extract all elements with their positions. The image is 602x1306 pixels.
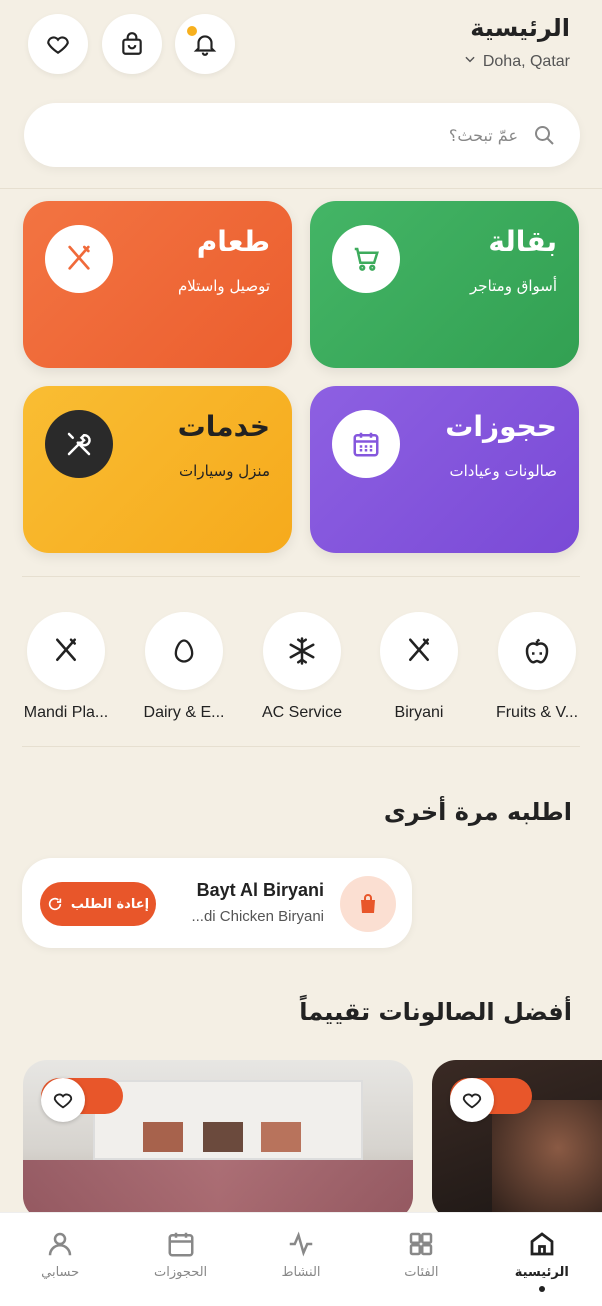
section-title-order-again: اطلبه مرة أخرى	[383, 798, 572, 826]
nav-item-account[interactable]: حسابي	[0, 1213, 120, 1306]
card-title: طعام	[196, 225, 270, 258]
card-subtitle: صالونات وعيادات	[449, 462, 557, 480]
section-title-top-salons: أفضل الصالونات تقييماً	[299, 998, 572, 1026]
nav-label: حسابي	[41, 1265, 80, 1280]
heart-icon	[47, 36, 69, 54]
home-icon	[530, 1232, 554, 1256]
nav-label: الفئات	[404, 1265, 439, 1280]
reorder-button[interactable]: إعادة الطلب	[40, 882, 156, 926]
active-indicator	[538, 1286, 545, 1292]
reorder-card[interactable]: إعادة الطلب Bayt Al Biryani ...di Chicke…	[22, 858, 412, 948]
quick-category-label: AC Service	[261, 704, 343, 721]
card-subtitle: منزل وسيارات	[179, 462, 270, 480]
shopping-bag-icon	[340, 876, 396, 932]
search-bar[interactable]: عمّ تبحث؟	[24, 103, 580, 167]
card-subtitle: توصيل واستلام	[177, 277, 270, 295]
snowflake-icon	[263, 612, 341, 690]
favorite-button[interactable]	[450, 1078, 494, 1122]
refresh-icon	[48, 897, 62, 911]
nav-item-home[interactable]: الرئيسية	[482, 1213, 602, 1306]
chevron-down-icon	[463, 52, 477, 71]
activity-icon	[289, 1231, 313, 1257]
bell-icon	[193, 35, 217, 56]
card-title: خدمات	[177, 410, 270, 443]
nav-item-bookings[interactable]: الحجوزات	[120, 1213, 240, 1306]
divider	[22, 576, 580, 577]
quick-category-fruits[interactable]: Fruits & V...	[496, 612, 578, 722]
quick-category-label: Biryani	[394, 704, 444, 721]
fork-knife-icon	[380, 612, 458, 690]
quick-category-biryani[interactable]: Biryani	[380, 612, 458, 722]
quick-category-label: Mandi Pla...	[23, 704, 109, 721]
quick-category-label: Fruits & V...	[495, 704, 579, 721]
search-placeholder: عمّ تبحث؟	[448, 125, 518, 145]
card-title: بقالة	[488, 225, 557, 258]
quick-category-ac-service[interactable]: AC Service	[262, 612, 342, 722]
card-subtitle: أسواق ومتاجر	[470, 277, 557, 295]
reorder-button-label: إعادة الطلب	[70, 896, 150, 912]
nav-label: الحجوزات	[153, 1265, 208, 1280]
nav-label: النشاط	[281, 1265, 321, 1280]
salon-image-chairs	[23, 1160, 413, 1220]
grid-icon	[410, 1232, 433, 1256]
restaurant-name: Bayt Al Biryani	[196, 880, 324, 900]
cart-icon	[332, 225, 400, 293]
shopping-bag-icon	[122, 32, 142, 55]
card-title: حجوزات	[445, 410, 557, 443]
nav-item-categories[interactable]: الفئات	[361, 1213, 481, 1306]
divider	[0, 188, 602, 189]
page-title: الرئيسية	[470, 14, 570, 42]
fork-knife-icon	[27, 612, 105, 690]
calendar-icon	[168, 1232, 194, 1257]
notifications-button[interactable]	[175, 14, 235, 74]
location-selector[interactable]: Doha, Qatar	[463, 52, 570, 71]
tools-icon	[45, 410, 113, 478]
bag-button[interactable]	[102, 14, 162, 74]
bottom-nav: الرئيسية الفئات النشاط الحجوزات حسابي	[0, 1212, 602, 1306]
location-label: Doha, Qatar	[482, 52, 570, 70]
nav-item-activity[interactable]: النشاط	[241, 1213, 361, 1306]
favorites-button[interactable]	[28, 14, 88, 74]
card-services[interactable]: خدمات منزل وسيارات	[23, 386, 292, 553]
quick-category-dairy[interactable]: Dairy & E...	[144, 612, 224, 722]
salon-card[interactable]	[23, 1060, 413, 1220]
fork-knife-icon	[45, 225, 113, 293]
heart-icon	[53, 1093, 73, 1109]
nav-label: الرئيسية	[514, 1265, 569, 1280]
quick-category-label: Dairy & E...	[143, 704, 225, 721]
search-icon	[535, 126, 554, 145]
card-grocery[interactable]: بقالة أسواق ومتاجر	[310, 201, 579, 368]
user-icon	[48, 1232, 72, 1256]
card-bookings[interactable]: حجوزات صالونات وعيادات	[310, 386, 579, 553]
salon-image-poster	[203, 1122, 243, 1152]
divider	[22, 746, 580, 747]
salon-image	[492, 1100, 602, 1220]
salon-image-poster	[261, 1122, 301, 1152]
card-food[interactable]: طعام توصيل واستلام	[23, 201, 292, 368]
favorite-button[interactable]	[41, 1078, 85, 1122]
calendar-icon	[332, 410, 400, 478]
salon-image-poster	[143, 1122, 183, 1152]
quick-category-mandi[interactable]: Mandi Pla...	[24, 612, 108, 722]
notification-dot	[187, 26, 197, 36]
apple-icon	[498, 612, 576, 690]
order-item: ...di Chicken Biryani	[191, 908, 324, 925]
egg-icon	[145, 612, 223, 690]
heart-icon	[462, 1093, 482, 1109]
salon-card[interactable]	[432, 1060, 602, 1220]
